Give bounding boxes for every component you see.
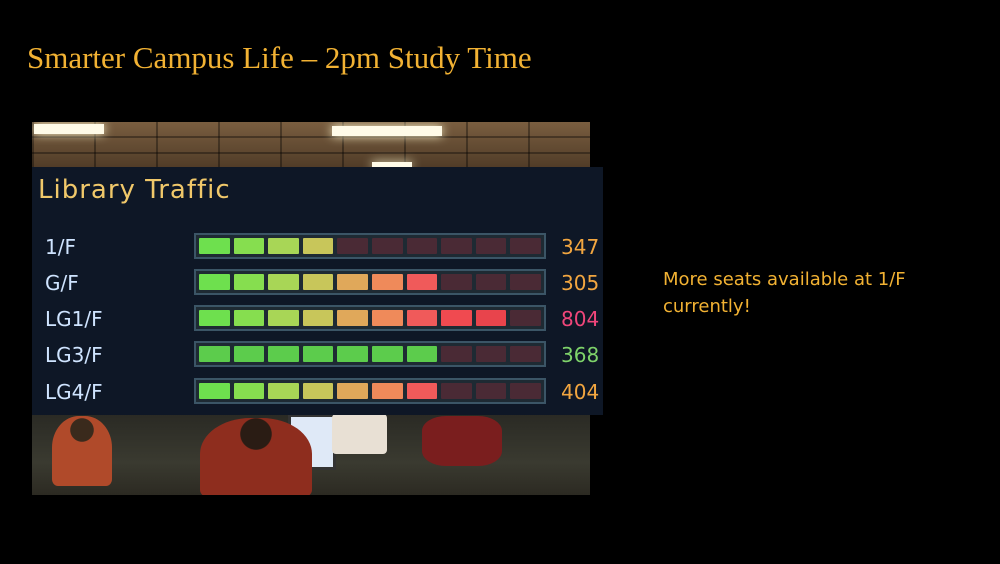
bar-segment [199,274,230,290]
bar-segment [510,238,541,254]
traffic-row: 1/F 347 [32,233,603,263]
traffic-bar [194,233,546,259]
traffic-row: LG3/F 368 [32,341,603,371]
bar-segment [371,238,403,254]
bar-segment [337,346,368,362]
bar-segment [441,238,472,254]
bar-segment [510,383,541,399]
bar-segment [268,274,299,290]
visitor-count: 368 [561,343,600,367]
student [52,416,112,486]
bar-segment [406,346,438,362]
bar-segment [475,274,507,290]
bar-segment [475,238,507,254]
bar-segment [302,238,334,254]
panel-title: Library Traffic [38,175,231,205]
traffic-bar [194,341,546,367]
bar-segment [302,383,334,399]
traffic-bar [194,269,546,295]
bar-segment [510,346,541,362]
bar-segment [268,383,299,399]
bar-segment [371,274,403,290]
bar-segment [337,310,368,326]
bar-segment [199,383,230,399]
bar-segment [302,346,334,362]
visitor-count: 804 [561,307,600,331]
bar-segment [199,310,230,326]
bar-segment [233,238,265,254]
bar-segment [406,383,438,399]
bar-segment [441,274,472,290]
bar-segment [406,310,438,326]
floor-label: 1/F [45,235,76,259]
traffic-row: LG1/F 804 [32,305,603,335]
visitor-count: 347 [561,235,600,259]
bar-segment [475,310,507,326]
bar-segment [302,274,334,290]
traffic-bar [194,378,546,404]
bar-segment [475,346,507,362]
bar-segment [268,346,299,362]
floor-label: G/F [45,271,79,295]
bar-segment [302,310,334,326]
bar-segment [233,310,265,326]
bar-segment [406,238,438,254]
bar-segment [337,274,368,290]
floor-label: LG3/F [45,343,103,367]
bar-segment [337,238,368,254]
floor-label: LG1/F [45,307,103,331]
bar-segment [199,238,230,254]
traffic-row: G/F 305 [32,269,603,299]
bar-segment [233,383,265,399]
library-traffic-panel: Library Traffic 1/F 347 G/F 305 LG1/F 804 LG3/… [32,167,603,415]
bar-segment [199,346,230,362]
visitor-count: 305 [561,271,600,295]
bar-segment [371,310,403,326]
bar-segment [475,383,507,399]
bar-segment [510,310,541,326]
bar-segment [441,383,472,399]
traffic-bar [194,305,546,331]
availability-note: More seats available at 1/F currently! [663,269,906,317]
bar-segment [371,383,403,399]
bar-segment [337,383,368,399]
slide-title: Smarter Campus Life – 2pm Study Time [27,40,532,75]
bar-segment [441,310,472,326]
bar-segment [510,274,541,290]
ceiling [32,122,590,170]
bar-segment [371,346,403,362]
traffic-row: LG4/F 404 [32,378,603,408]
bar-segment [268,310,299,326]
bar-segment [406,274,438,290]
student [200,418,312,495]
visitor-count: 404 [561,380,600,404]
bar-segment [233,274,265,290]
bar-segment [268,238,299,254]
bar-segment [441,346,472,362]
bar-segment [233,346,265,362]
student [332,414,387,454]
chair [422,416,502,466]
floor-label: LG4/F [45,380,103,404]
